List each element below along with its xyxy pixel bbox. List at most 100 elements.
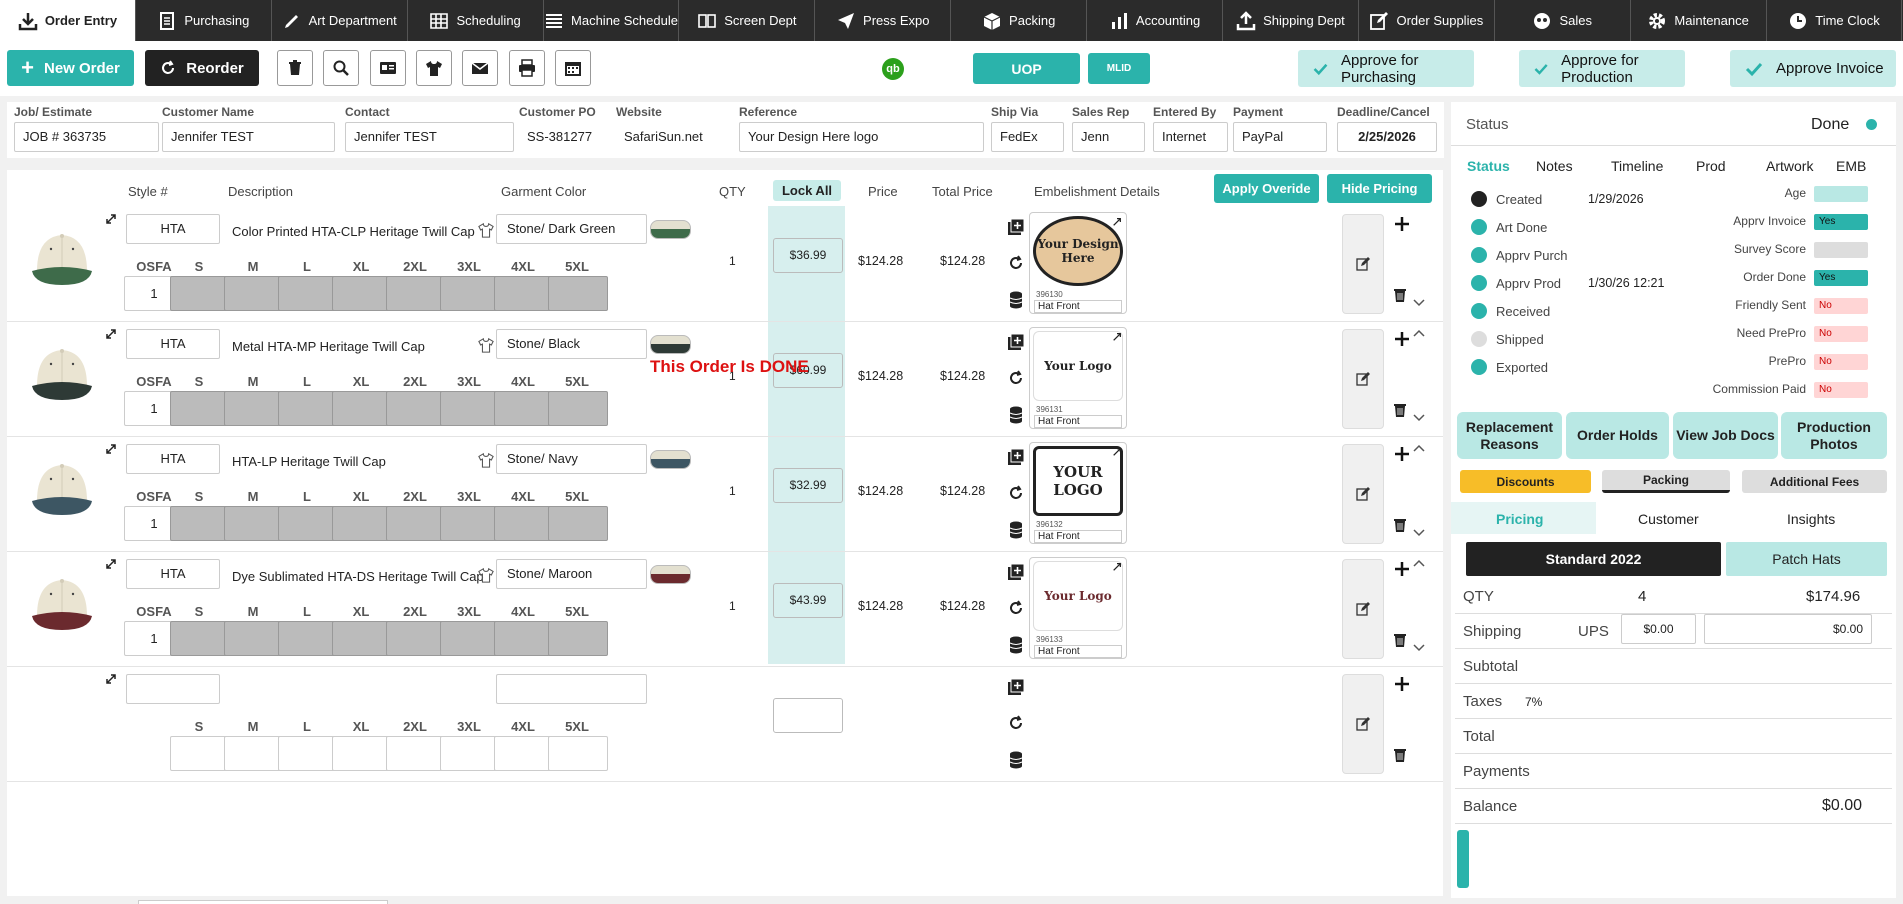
packing-button[interactable]: Packing xyxy=(1602,470,1730,493)
plus-icon[interactable] xyxy=(1392,214,1412,234)
nav-tab-purchasing[interactable]: Purchasing xyxy=(136,0,272,41)
nav-tab-packing[interactable]: Packing xyxy=(951,0,1088,41)
price-field[interactable]: $32.99 xyxy=(773,468,843,503)
tab-emb[interactable]: EMB xyxy=(1836,158,1866,174)
size-qty-field[interactable] xyxy=(224,506,284,541)
trash-icon[interactable] xyxy=(1392,517,1408,533)
mlid-button[interactable]: MLID xyxy=(1088,53,1150,84)
size-qty-field[interactable] xyxy=(440,506,500,541)
flag-value[interactable]: No xyxy=(1814,382,1868,398)
edit-button[interactable] xyxy=(1342,214,1384,314)
move-down-icon[interactable] xyxy=(1412,640,1426,654)
database-icon[interactable] xyxy=(1005,289,1027,311)
size-qty-field[interactable] xyxy=(386,506,446,541)
database-icon[interactable] xyxy=(1005,749,1027,771)
garment-color-field[interactable]: Stone/ Black xyxy=(496,329,647,359)
move-down-icon[interactable] xyxy=(1412,410,1426,424)
size-qty-field[interactable] xyxy=(386,276,446,311)
move-up-icon[interactable] xyxy=(1412,557,1426,571)
customer-field[interactable]: Jennifer TEST xyxy=(162,122,335,152)
hide-pricing-button[interactable]: Hide Pricing xyxy=(1327,174,1432,203)
style-field[interactable]: HTA xyxy=(126,214,220,244)
size-qty-field[interactable] xyxy=(170,621,230,656)
size-qty-field[interactable] xyxy=(548,621,608,656)
artwork-card[interactable]: YOUR LOGO 396132 Hat Front xyxy=(1029,442,1127,544)
artwork-card[interactable]: Your Design Here 396130 Hat Front xyxy=(1029,212,1127,314)
plus-icon[interactable] xyxy=(1392,559,1412,579)
move-down-icon[interactable] xyxy=(1412,525,1426,539)
style-field[interactable]: HTA xyxy=(126,329,220,359)
reorder-button[interactable]: Reorder xyxy=(145,50,259,86)
flag-value[interactable]: No xyxy=(1814,354,1868,370)
expand-icon[interactable] xyxy=(105,673,117,685)
trash-icon[interactable] xyxy=(1392,287,1408,303)
size-qty-field[interactable] xyxy=(494,736,554,771)
edit-button[interactable] xyxy=(1342,559,1384,659)
size-qty-field[interactable] xyxy=(548,276,608,311)
move-up-icon[interactable] xyxy=(1412,327,1426,341)
size-qty-field[interactable] xyxy=(278,736,338,771)
calendar-button[interactable] xyxy=(555,50,591,86)
nav-tab-order-entry[interactable]: Order Entry xyxy=(0,0,136,41)
shipping-charge-field[interactable]: $0.00 xyxy=(1704,614,1872,644)
plus-icon[interactable] xyxy=(1392,444,1412,464)
expand-icon[interactable] xyxy=(1112,562,1122,572)
approve-purchasing-button[interactable]: Approve for Purchasing xyxy=(1298,50,1474,87)
email-button[interactable] xyxy=(462,50,498,86)
edit-button[interactable] xyxy=(1342,444,1384,544)
nav-tab-press-expo[interactable]: Press Expo xyxy=(815,0,952,41)
flag-value[interactable]: No xyxy=(1814,298,1868,314)
website-field[interactable]: SafariSun.net xyxy=(609,122,729,152)
refresh-icon[interactable] xyxy=(1005,597,1027,619)
edit-button[interactable] xyxy=(1342,674,1384,774)
add-art-icon[interactable] xyxy=(1005,332,1027,354)
apply-override-button[interactable]: Apply Overide xyxy=(1214,174,1319,203)
plus-icon[interactable] xyxy=(1392,329,1412,349)
deadline-field[interactable]: 2/25/2026 xyxy=(1337,122,1437,152)
size-qty-field[interactable] xyxy=(278,506,338,541)
move-up-icon[interactable] xyxy=(1412,442,1426,456)
trash-icon[interactable] xyxy=(1392,632,1408,648)
approve-invoice-button[interactable]: Approve Invoice xyxy=(1730,50,1896,87)
size-qty-field[interactable] xyxy=(332,621,392,656)
expand-icon[interactable] xyxy=(105,443,117,455)
size-qty-field[interactable] xyxy=(440,621,500,656)
move-down-icon[interactable] xyxy=(1412,295,1426,309)
tab-pricing[interactable]: Pricing xyxy=(1496,511,1543,527)
size-qty-field[interactable] xyxy=(494,276,554,311)
nav-tab-accounting[interactable]: Accounting xyxy=(1087,0,1224,41)
tab-timeline[interactable]: Timeline xyxy=(1611,158,1663,174)
add-art-icon[interactable] xyxy=(1005,562,1027,584)
lock-all-button[interactable]: Lock All xyxy=(773,180,841,201)
style-field[interactable]: HTA xyxy=(126,559,220,589)
database-icon[interactable] xyxy=(1005,519,1027,541)
size-qty-field[interactable] xyxy=(170,391,230,426)
trash-icon[interactable] xyxy=(1392,747,1408,763)
price-field[interactable]: $36.99 xyxy=(773,238,843,273)
flag-value[interactable]: Yes xyxy=(1814,214,1868,230)
size-qty-field[interactable] xyxy=(224,736,284,771)
enteredby-field[interactable]: Internet xyxy=(1153,122,1228,152)
additional-fees-button[interactable]: Additional Fees xyxy=(1742,470,1887,493)
tab-notes[interactable]: Notes xyxy=(1536,158,1573,174)
standard-2022-button[interactable]: Standard 2022 xyxy=(1466,542,1721,576)
tab-prod[interactable]: Prod xyxy=(1696,158,1726,174)
expand-icon[interactable] xyxy=(105,328,117,340)
size-qty-field[interactable] xyxy=(494,506,554,541)
add-art-icon[interactable] xyxy=(1005,217,1027,239)
size-qty-field[interactable] xyxy=(278,391,338,426)
size-qty-field[interactable] xyxy=(494,621,554,656)
tshirt-icon[interactable] xyxy=(478,452,494,468)
order-holds-button[interactable]: Order Holds xyxy=(1566,412,1669,459)
database-icon[interactable] xyxy=(1005,634,1027,656)
size-qty-field[interactable] xyxy=(332,276,392,311)
database-icon[interactable] xyxy=(1005,404,1027,426)
nav-tab-maintenance[interactable]: Maintenance xyxy=(1631,0,1767,41)
nav-tab-art-department[interactable]: Art Department xyxy=(272,0,408,41)
size-qty-field[interactable] xyxy=(386,736,446,771)
reference-field[interactable]: Your Design Here logo xyxy=(739,122,984,152)
size-qty-field[interactable] xyxy=(386,621,446,656)
style-field[interactable]: HTA xyxy=(126,444,220,474)
nav-tab-sales[interactable]: Sales xyxy=(1495,0,1631,41)
size-qty-field[interactable] xyxy=(332,506,392,541)
